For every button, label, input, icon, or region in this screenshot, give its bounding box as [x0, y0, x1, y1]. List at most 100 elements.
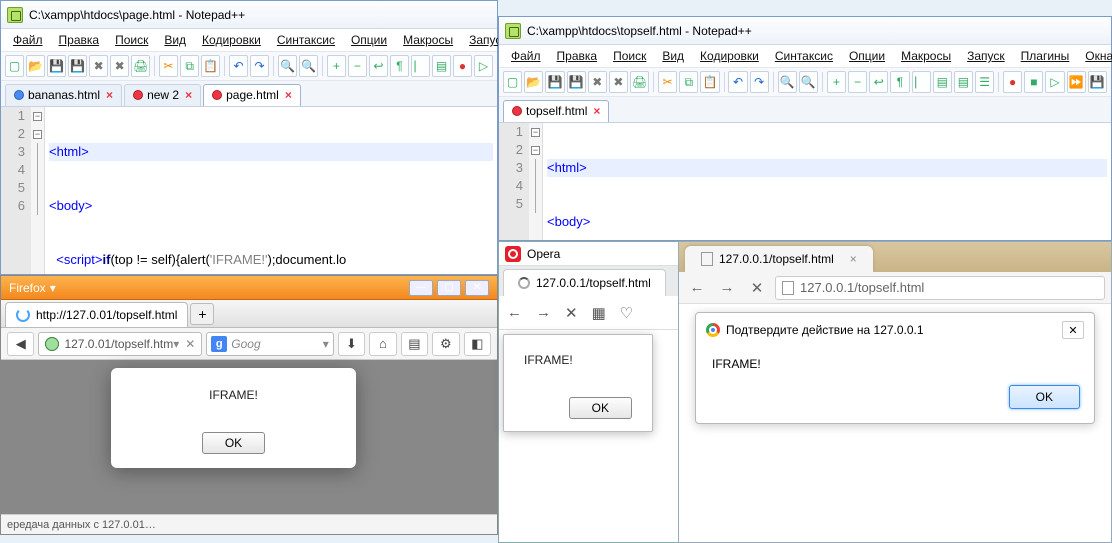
back-button[interactable]: ←	[685, 276, 709, 300]
save-icon[interactable]: 💾	[545, 71, 564, 93]
window-titlebar[interactable]: C:\xampp\htdocs\topself.html - Notepad++	[499, 17, 1111, 45]
replace-icon[interactable]: 🔍	[799, 71, 818, 93]
close-tab-icon[interactable]: ×	[593, 104, 600, 118]
fold-column[interactable]: − −	[529, 123, 543, 240]
paste-icon[interactable]: 📋	[201, 55, 220, 77]
open-file-icon[interactable]: 📂	[26, 55, 45, 77]
close-alert-button[interactable]: ✕	[1062, 321, 1084, 339]
file-tab-bananas[interactable]: bananas.html×	[5, 84, 122, 106]
maximize-button[interactable]: ▢	[437, 280, 461, 296]
menu-windows[interactable]: Окна	[1079, 47, 1112, 65]
print-icon[interactable]: 🖨	[630, 71, 649, 93]
browser-tab[interactable]: http://127.0.01/topself.html	[5, 302, 188, 327]
forward-button[interactable]: →	[536, 304, 551, 321]
home-button[interactable]: ⌂	[369, 332, 396, 356]
file-tab-new2[interactable]: new 2×	[124, 84, 201, 106]
menu-view[interactable]: Вид	[158, 31, 192, 49]
record-macro-icon[interactable]: ●	[1003, 71, 1022, 93]
copy-icon[interactable]: ⧉	[180, 55, 199, 77]
firefox-titlebar[interactable]: Firefox ▾ — ▢ ✕	[1, 276, 497, 300]
minimize-button[interactable]: —	[409, 280, 433, 296]
menu-search[interactable]: Поиск	[607, 47, 652, 65]
bookmarks-button[interactable]: ▤	[401, 332, 428, 356]
file-tab-topself[interactable]: topself.html×	[503, 100, 609, 122]
cut-icon[interactable]: ✂	[658, 71, 677, 93]
show-all-icon[interactable]: ¶	[890, 71, 909, 93]
file-tab-page[interactable]: page.html×	[203, 84, 301, 106]
code-editor[interactable]: 123456 − − <html> <body> <script>if(top …	[1, 107, 497, 274]
addon2-button[interactable]: ◧	[464, 332, 491, 356]
menu-syntax[interactable]: Синтаксис	[271, 31, 341, 49]
address-bar[interactable]: 127.0.01/topself.htm ▾ ✕	[38, 332, 202, 356]
menu-search[interactable]: Поиск	[109, 31, 154, 49]
record-macro-icon[interactable]: ●	[453, 55, 472, 77]
close-all-icon[interactable]: ✖	[609, 71, 628, 93]
menu-file[interactable]: Файл	[505, 47, 547, 65]
show-all-icon[interactable]: ¶	[390, 55, 409, 77]
folder-icon[interactable]: ▤	[432, 55, 451, 77]
undo-icon[interactable]: ↶	[229, 55, 248, 77]
downloads-button[interactable]: ⬇	[338, 332, 365, 356]
menu-view[interactable]: Вид	[656, 47, 690, 65]
code-editor[interactable]: 12345 − − <html> <body> <iframe width='3…	[499, 123, 1111, 240]
play-macro-icon[interactable]: ▷	[474, 55, 493, 77]
back-button[interactable]: ◀	[7, 332, 34, 356]
zoom-out-icon[interactable]: −	[848, 71, 867, 93]
print-icon[interactable]: 🖨	[131, 55, 150, 77]
menu-edit[interactable]: Правка	[551, 47, 604, 65]
dropdown-icon[interactable]: ▾	[323, 337, 329, 351]
play-multi-icon[interactable]: ⏩	[1067, 71, 1086, 93]
speed-dial-button[interactable]: ▦	[592, 304, 606, 322]
wrap-icon[interactable]: ↩	[869, 71, 888, 93]
address-bar[interactable]: 127.0.0.1/topself.html	[775, 276, 1105, 300]
menu-options[interactable]: Опции	[843, 47, 891, 65]
zoom-in-icon[interactable]: +	[827, 71, 846, 93]
fold-icon[interactable]: −	[531, 146, 540, 155]
dropdown-icon[interactable]: ▾	[173, 337, 179, 351]
menu-encoding[interactable]: Кодировки	[196, 31, 267, 49]
close-icon[interactable]: ✖	[588, 71, 607, 93]
wrap-icon[interactable]: ↩	[369, 55, 388, 77]
doc-map-icon[interactable]: ▤	[954, 71, 973, 93]
stop-macro-icon[interactable]: ■	[1024, 71, 1043, 93]
stop-icon[interactable]: ✕	[185, 337, 195, 351]
new-file-icon[interactable]: ▢	[503, 71, 522, 93]
save-macro-icon[interactable]: 💾	[1088, 71, 1107, 93]
menu-run[interactable]: Запуск	[961, 47, 1011, 65]
menu-edit[interactable]: Правка	[53, 31, 106, 49]
copy-icon[interactable]: ⧉	[679, 71, 698, 93]
indent-guide-icon[interactable]: ⎸	[912, 71, 931, 93]
alert-ok-button[interactable]: OK	[569, 397, 632, 419]
play-macro-icon[interactable]: ▷	[1045, 71, 1064, 93]
redo-icon[interactable]: ↷	[250, 55, 269, 77]
browser-tab[interactable]: 127.0.0.1/topself.html ×	[685, 246, 873, 272]
open-file-icon[interactable]: 📂	[524, 71, 543, 93]
folder-icon[interactable]: ▤	[933, 71, 952, 93]
code-area[interactable]: <html> <body> <iframe width='300' height…	[543, 123, 1111, 240]
fold-icon[interactable]: −	[531, 128, 540, 137]
undo-icon[interactable]: ↶	[728, 71, 747, 93]
code-area[interactable]: <html> <body> <script>if(top != self){al…	[45, 107, 497, 274]
close-button[interactable]: ✕	[465, 280, 489, 296]
browser-tab[interactable]: 127.0.0.1/topself.html	[503, 269, 666, 296]
menu-macros[interactable]: Макросы	[895, 47, 957, 65]
close-all-icon[interactable]: ✖	[110, 55, 129, 77]
fold-icon[interactable]: −	[33, 130, 42, 139]
cut-icon[interactable]: ✂	[159, 55, 178, 77]
menu-macros[interactable]: Макросы	[397, 31, 459, 49]
save-icon[interactable]: 💾	[47, 55, 66, 77]
addon-button[interactable]: ⚙	[432, 332, 459, 356]
menu-plugins[interactable]: Плагины	[1015, 47, 1076, 65]
stash-button[interactable]: ♡	[620, 304, 633, 322]
new-file-icon[interactable]: ▢	[5, 55, 24, 77]
fold-icon[interactable]: −	[33, 112, 42, 121]
zoom-in-icon[interactable]: +	[327, 55, 346, 77]
menu-encoding[interactable]: Кодировки	[694, 47, 765, 65]
new-tab-button[interactable]: +	[190, 303, 214, 325]
forward-button[interactable]: →	[715, 276, 739, 300]
paste-icon[interactable]: 📋	[700, 71, 719, 93]
back-button[interactable]: ←	[507, 304, 522, 321]
close-tab-icon[interactable]: ×	[106, 88, 113, 102]
close-tab-icon[interactable]: ×	[850, 252, 857, 266]
menu-file[interactable]: Файл	[7, 31, 49, 49]
